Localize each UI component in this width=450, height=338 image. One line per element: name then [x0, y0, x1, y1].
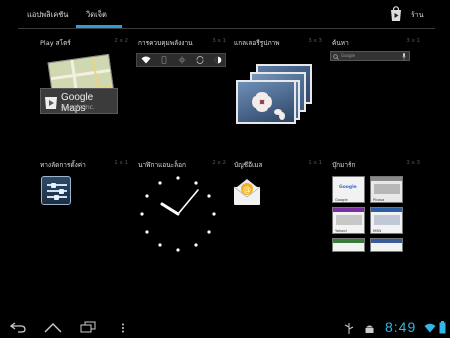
- tab-divider: [18, 28, 435, 29]
- widget-span: 2 x 2: [212, 160, 226, 166]
- bookmark-thumbnail: [332, 238, 365, 252]
- back-icon[interactable]: [10, 321, 26, 333]
- widget-span: 3 x 3: [308, 38, 322, 44]
- tab-widgets[interactable]: วิดเจ็ต: [86, 9, 107, 21]
- microphone-icon: [402, 53, 406, 60]
- flower-image: [252, 92, 285, 120]
- widget-span: 3 x 1: [212, 38, 226, 44]
- app-publisher: Google Inc.: [61, 104, 95, 111]
- svg-text:@: @: [243, 185, 251, 194]
- widget-span: 1 x 1: [114, 160, 128, 166]
- tab-apps[interactable]: แอปพลิเคชัน: [27, 9, 68, 21]
- gps-icon: [173, 54, 191, 66]
- wifi-icon: [137, 54, 155, 66]
- bookmark-thumbnail: Yahoo!: [332, 207, 365, 234]
- widget-title: แกลเลอรีรูปภาพ: [234, 39, 280, 47]
- search-icon: [333, 53, 339, 60]
- widget-title: ทางลัดการตั้งค่า: [40, 161, 86, 169]
- sync-icon: [191, 54, 209, 66]
- menu-icon[interactable]: [121, 323, 125, 333]
- analog-clock-face: [140, 176, 216, 252]
- widget-span: 2 x 2: [114, 38, 128, 44]
- play-store-preview: Google Maps Google Inc.: [38, 53, 120, 116]
- wifi-signal-icon: [424, 323, 436, 333]
- bookmark-thumbnail: Picasa: [370, 176, 403, 203]
- widget-bookmarks[interactable]: บุ๊กมาร์ก 3 x 3 Google Google Picasa Yaho…: [330, 160, 422, 270]
- widget-title: ค้นหา: [332, 39, 349, 47]
- email-icon: @: [233, 179, 261, 205]
- android-debug-icon: [365, 325, 374, 333]
- brightness-icon: [209, 54, 227, 66]
- widget-span: 1 x 1: [308, 160, 322, 166]
- app-card: Google Maps Google Inc.: [40, 88, 118, 114]
- widget-title: การควบคุมพลังงาน: [138, 39, 193, 47]
- settings-sliders-icon: [41, 176, 71, 205]
- usb-icon: [344, 323, 354, 334]
- search-hint: Google: [341, 53, 356, 58]
- store-button[interactable]: ร้าน: [389, 6, 439, 24]
- hour-hand: [160, 202, 180, 216]
- widget-span: 3 x 3: [406, 160, 420, 166]
- status-clock: 8:49: [385, 319, 417, 335]
- play-bag-icon: [45, 97, 57, 109]
- home-icon[interactable]: [44, 321, 62, 333]
- widget-power-control[interactable]: การควบคุมพลังงาน 3 x 1: [136, 38, 228, 148]
- tab-bar: แอปพลิเคชัน วิดเจ็ต ร้าน: [0, 0, 450, 30]
- recent-apps-icon[interactable]: [80, 321, 96, 333]
- system-bar: 8:49: [0, 318, 450, 338]
- bookmark-thumbnail: [370, 238, 403, 252]
- minute-hand: [177, 189, 199, 215]
- widget-settings-shortcut[interactable]: ทางลัดการตั้งค่า 1 x 1: [38, 160, 130, 270]
- photo-thumbnail: [236, 80, 296, 124]
- gallery-stack: [232, 54, 322, 126]
- widget-photo-gallery[interactable]: แกลเลอรีรูปภาพ 3 x 3: [232, 38, 324, 148]
- widget-search[interactable]: ค้นหา 3 x 1 Google: [330, 38, 422, 148]
- bluetooth-icon: [155, 54, 173, 66]
- widget-span: 3 x 1: [406, 38, 420, 44]
- bookmark-thumbnail: Google Google: [332, 176, 365, 203]
- widget-title: บัญชีอีเมล: [234, 161, 263, 169]
- widget-email[interactable]: บัญชีอีเมล 1 x 1 @: [232, 160, 324, 270]
- search-widget-preview: Google: [330, 51, 410, 61]
- widget-title: บุ๊กมาร์ก: [332, 161, 356, 169]
- power-control-bar: [136, 53, 226, 67]
- bookmarks-grid: Google Google Picasa Yahoo! MSN: [330, 176, 420, 256]
- widget-title: นาฬิกาแอนะล็อก: [138, 161, 186, 169]
- battery-icon: [439, 321, 446, 334]
- widget-play-store[interactable]: Play สโตร์ 2 x 2 Google Maps Google Inc.: [38, 38, 130, 148]
- widget-analog-clock[interactable]: นาฬิกาแอนะล็อก 2 x 2: [136, 160, 228, 270]
- play-store-icon: [391, 6, 401, 21]
- bookmark-thumbnail: MSN: [370, 207, 403, 234]
- widget-title: Play สโตร์: [40, 39, 71, 47]
- store-label: ร้าน: [411, 11, 424, 19]
